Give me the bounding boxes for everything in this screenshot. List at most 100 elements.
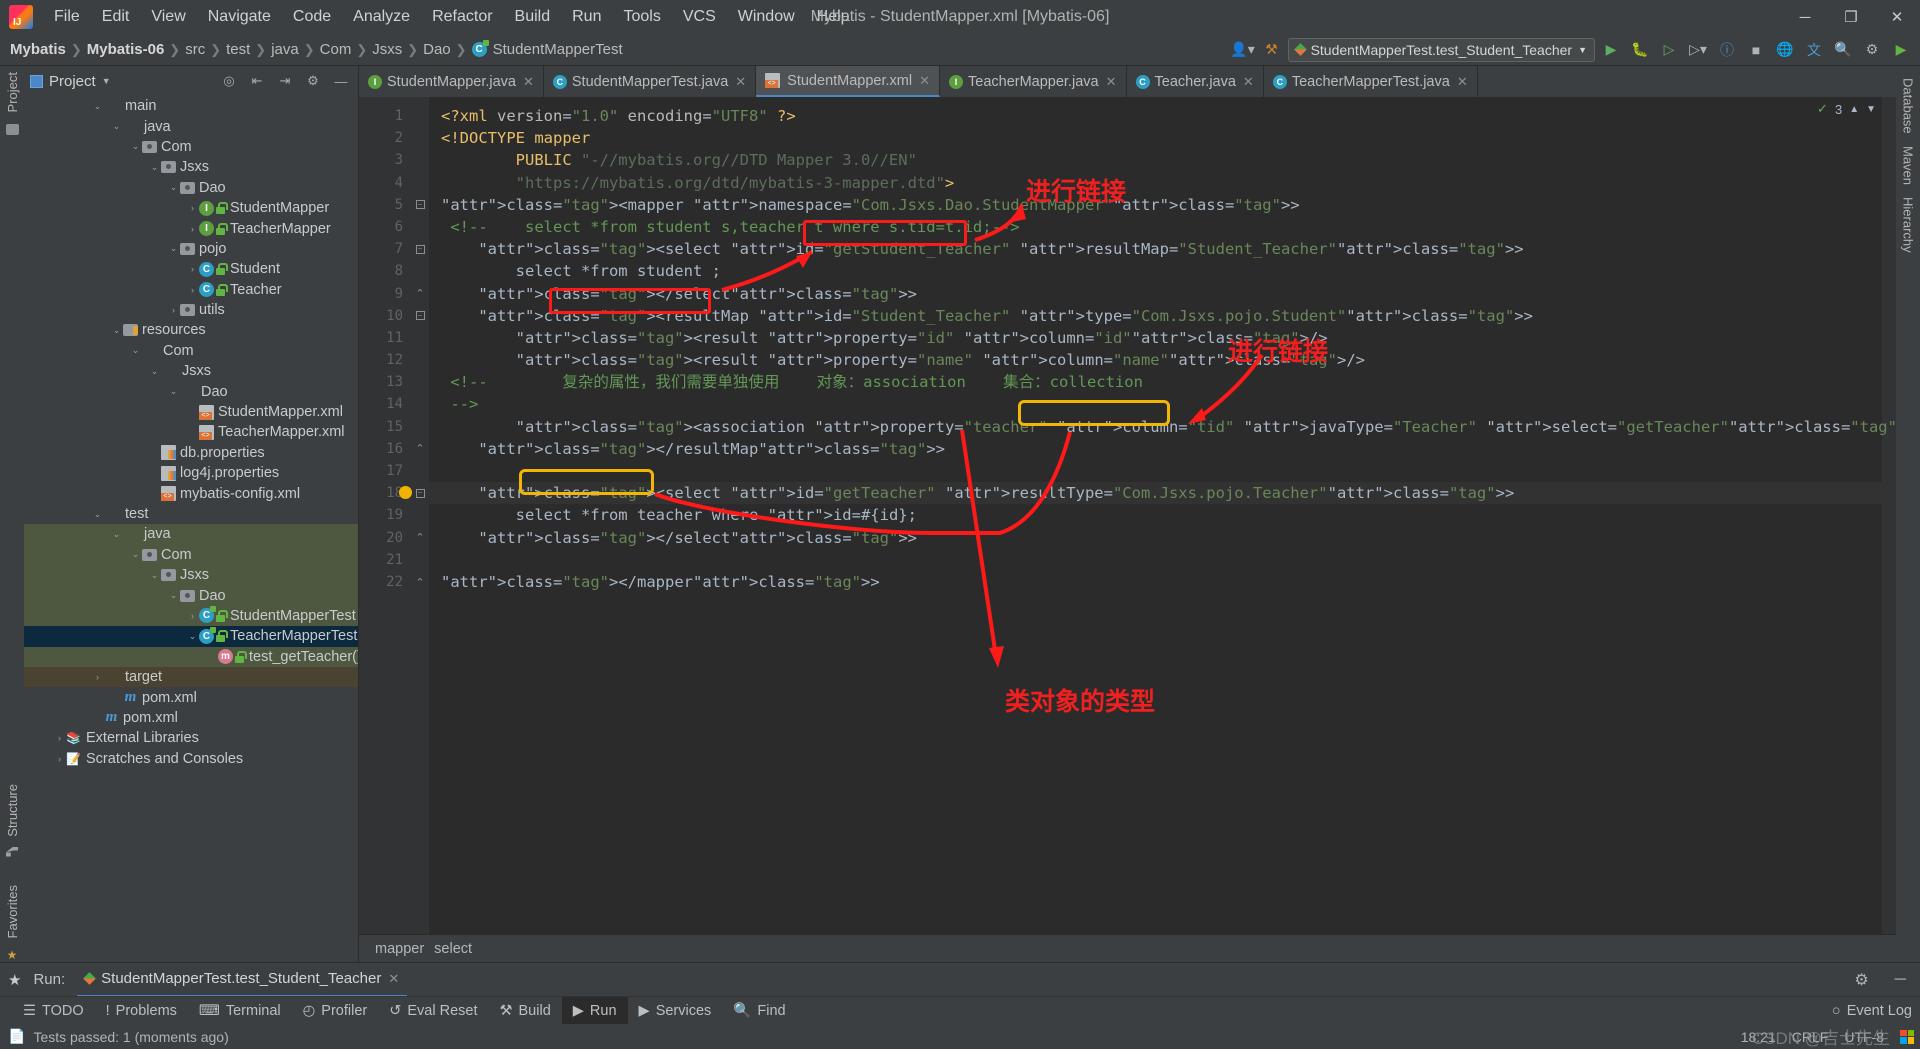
menu-item-code[interactable]: Code [282, 4, 342, 30]
editor-breadcrumb-mapper[interactable]: mapper [375, 941, 424, 957]
editor-tab-studentmappertest-java[interactable]: C StudentMapperTest.java ✕ [544, 66, 757, 97]
build-hammer-icon[interactable]: ⚒ [1259, 37, 1285, 63]
code-content[interactable]: <?xml version="1.0" encoding="UTF8" ?> <!… [399, 97, 1896, 934]
run-with-coverage-button[interactable]: ▷ [1656, 37, 1682, 63]
bottom-tool-strip[interactable]: ☰ TODO! Problems ⌨ Terminal ◴ Profiler ↺ Eval Re… [0, 996, 1920, 1025]
menu-item-build[interactable]: Build [504, 4, 562, 30]
code-line[interactable]: "attr">class="tag"><association "attr">p… [429, 416, 1896, 438]
chevron-down-icon[interactable]: ⌄ [167, 243, 180, 254]
code-line[interactable]: select *from student ; [429, 260, 1882, 282]
tree-item-target[interactable]: › target [24, 666, 358, 688]
menu-item-view[interactable]: View [140, 4, 196, 30]
expand-all-icon[interactable]: ⇤ [246, 70, 268, 92]
tool-button-terminal[interactable]: ⌨ Terminal [188, 997, 292, 1025]
breadcrumb-item-src[interactable]: src [185, 41, 205, 58]
chevron-right-icon[interactable]: › [186, 264, 199, 274]
tool-button-run[interactable]: ▶ Run [561, 996, 628, 1025]
chevron-down-icon[interactable]: ⌄ [91, 101, 104, 112]
code-line[interactable]: "attr">class="tag"></select"attr">class=… [429, 527, 1882, 549]
search-icon[interactable]: 🔍 [1830, 37, 1856, 63]
chevron-right-icon[interactable]: › [186, 285, 199, 295]
close-icon[interactable]: ✕ [735, 74, 746, 90]
tree-item-studentmappertest[interactable]: › C StudentMapperTest [24, 605, 358, 627]
tree-item-com[interactable]: ⌄ Com [24, 341, 358, 361]
code-line[interactable]: "attr">class="tag"><select "attr">id="ge… [429, 238, 1882, 260]
editor-tab-studentmapper-java[interactable]: I StudentMapper.java ✕ [359, 66, 544, 97]
chevron-up-icon[interactable]: ▲ [1849, 104, 1859, 115]
chevron-right-icon[interactable]: › [186, 224, 199, 234]
chevron-right-icon[interactable]: › [186, 611, 199, 621]
chevron-down-icon[interactable]: ⌄ [186, 631, 199, 642]
chevron-down-icon[interactable]: ⌄ [110, 529, 123, 540]
menu-item-run[interactable]: Run [561, 4, 612, 30]
rail-favorites-button[interactable]: Favorites [5, 879, 20, 944]
tree-item-test-getteacher-v[interactable]: m test_getTeacher():v [24, 646, 358, 667]
tree-item-resources[interactable]: ⌄ resources [24, 320, 358, 340]
tree-item-utils[interactable]: › utils [24, 300, 358, 320]
chevron-down-icon[interactable]: ⌄ [110, 325, 123, 336]
tree-item-com[interactable]: ⌄ Com [24, 137, 358, 157]
tree-item-db-properties[interactable]: db.properties [24, 443, 358, 463]
collapse-all-icon[interactable]: ⇥ [274, 70, 296, 92]
chevron-down-icon[interactable]: ⌄ [148, 570, 161, 581]
code-fold-toggle[interactable]: − [411, 238, 429, 260]
tree-item-com[interactable]: ⌄ Com [24, 544, 358, 565]
tree-item-teacher[interactable]: › C Teacher [24, 280, 358, 300]
chevron-right-icon[interactable]: › [91, 672, 104, 682]
chevron-down-icon[interactable]: ⌄ [129, 141, 142, 152]
tree-item-mybatis-config-xml[interactable]: mybatis-config.xml [24, 483, 358, 503]
code-fold-toggle[interactable]: ⌃ [411, 283, 429, 305]
breadcrumb-item-jsxs[interactable]: Jsxs [372, 41, 402, 58]
chevron-down-icon[interactable]: ⌄ [110, 121, 123, 132]
project-tree[interactable]: ⌄ main ⌄ java ⌄ Com ⌄ Jsxs ⌄ Dao › I StudentMapper › I… [24, 96, 358, 962]
code-fold-toggle[interactable]: ⌃ [411, 527, 429, 549]
close-icon[interactable]: ✕ [388, 971, 399, 987]
tree-item-teachermapper[interactable]: › I TeacherMapper [24, 218, 358, 238]
chevron-down-icon[interactable]: ⌄ [129, 345, 142, 356]
close-icon[interactable]: ✕ [919, 73, 930, 89]
tree-item-main[interactable]: ⌄ main [24, 96, 358, 116]
code-line[interactable] [429, 549, 1882, 571]
code-line[interactable]: "attr">class="tag"><result "attr">proper… [429, 327, 1882, 349]
menu-item-vcs[interactable]: VCS [672, 4, 727, 30]
code-fold-toggle[interactable]: ⌃ [411, 438, 429, 460]
code-line[interactable]: "attr">class="tag"><select "attr">id="ge… [429, 482, 1882, 505]
translate-icon[interactable]: 文 [1801, 37, 1827, 63]
tree-item-java[interactable]: ⌄ java [24, 116, 358, 136]
breadcrumb-item-mybatis-06[interactable]: Mybatis-06 [87, 41, 165, 58]
code-folding-column[interactable]: − − ⌃ − ⌃ − ⌃ ⌃ [411, 97, 429, 934]
code-fold-toggle[interactable]: − [411, 305, 429, 327]
rail-project-button[interactable]: Project [5, 66, 20, 118]
close-icon[interactable]: ✕ [1874, 0, 1920, 34]
tree-item-jsxs[interactable]: ⌄ Jsxs [24, 361, 358, 381]
close-icon[interactable]: ✕ [1106, 74, 1117, 90]
tool-button-eval-reset[interactable]: ↺ Eval Reset [378, 997, 488, 1025]
chevron-down-icon[interactable]: ▼ [1866, 104, 1876, 115]
tree-item-log4j-properties[interactable]: log4j.properties [24, 463, 358, 483]
chevron-right-icon[interactable]: › [53, 754, 66, 764]
minimize-icon[interactable]: ─ [1782, 0, 1828, 34]
user-avatar-icon[interactable]: 👤▾ [1230, 37, 1256, 63]
tool-button-profiler[interactable]: ◴ Profiler [292, 997, 379, 1025]
chevron-down-icon[interactable]: ⌄ [148, 162, 161, 173]
rail-structure-button[interactable]: Structure [5, 778, 20, 843]
tree-item-studentmapper-xml[interactable]: StudentMapper.xml [24, 402, 358, 422]
code-line[interactable]: --> [429, 393, 1882, 415]
tree-item-teachermappertest[interactable]: ⌄ C TeacherMapperTest [24, 626, 358, 647]
code-line[interactable]: "attr">class="tag"></resultMap"attr">cla… [429, 438, 1882, 460]
code-line[interactable]: select *from teacher where "attr">id=#{i… [429, 504, 1882, 526]
browser-icon[interactable]: 🌐 [1772, 37, 1798, 63]
breadcrumb-item-mybatis[interactable]: Mybatis [10, 41, 66, 58]
chevron-down-icon[interactable]: ⌄ [91, 509, 104, 520]
breadcrumb-item-java[interactable]: java [271, 41, 299, 58]
code-line[interactable] [429, 460, 1882, 482]
editor-tabs[interactable]: I StudentMapper.java ✕ C StudentMapperTest.j… [359, 66, 1896, 97]
tree-item-pom-xml[interactable]: m pom.xml [24, 708, 358, 728]
code-line[interactable]: "https://mybatis.org/dtd/mybatis-3-mappe… [429, 172, 1882, 194]
tree-item-test[interactable]: ⌄ test [24, 504, 358, 524]
breadcrumb-item-dao[interactable]: Dao [423, 41, 451, 58]
menu-item-analyze[interactable]: Analyze [342, 4, 421, 30]
close-icon[interactable]: ✕ [1457, 74, 1468, 90]
chevron-down-icon[interactable]: ⌄ [167, 386, 180, 397]
code-line[interactable]: <!-- select *from student s,teacher t wh… [429, 216, 1882, 238]
